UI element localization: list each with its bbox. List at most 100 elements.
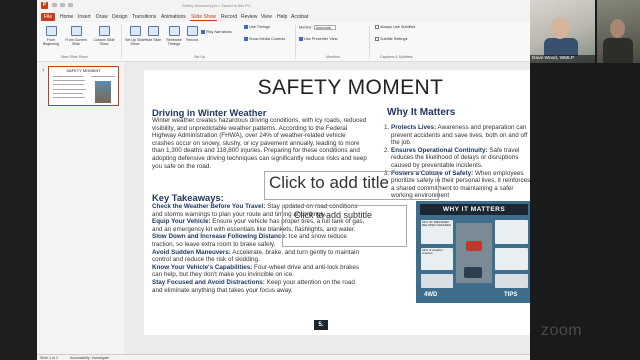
use-timings-checkbox[interactable]: Use Timings: [244, 25, 270, 30]
thumbnail-line: [91, 76, 115, 77]
monitor-dropdown[interactable]: Automatic: [313, 25, 336, 30]
poster-car: [464, 267, 482, 278]
ribbon-separator: [369, 25, 370, 59]
use-presenter-view-checkbox[interactable]: Use Presenter View: [299, 37, 337, 42]
powerpoint-app-icon: P: [41, 2, 48, 9]
ribbon: From Beginning From Current Slide Custom…: [37, 22, 530, 62]
undo-icon[interactable]: [68, 3, 73, 7]
ribbon-tabs: File Home Insert Draw Design Transitions…: [37, 11, 530, 22]
tab-insert[interactable]: Insert: [77, 13, 92, 21]
participant-name-tag: Dave Wood, WMLP: [530, 55, 595, 63]
title-bar: P Safety Moment.pptx • Saved to this PC: [37, 0, 530, 11]
thumbnail-image: [95, 81, 111, 103]
video-tile-speaker[interactable]: Dave Wood, WMLP: [530, 0, 595, 63]
subtitle-placeholder[interactable]: Click to add subtitle: [294, 210, 372, 220]
thumbnail-line: [53, 89, 86, 90]
checkbox-icon: [375, 25, 379, 29]
checkbox-icon: [244, 25, 248, 29]
group-start-slide-show: Start Slide Show: [61, 55, 88, 59]
thumbnail-line: [53, 76, 83, 77]
subtitle-settings-button[interactable]: Subtitle Settings: [375, 37, 407, 42]
accessibility-status[interactable]: Accessibility: Investigate: [70, 356, 109, 360]
poster-card: [495, 274, 528, 288]
poster-banner: WHY IT MATTERS: [420, 204, 528, 215]
document-title: Safety Moment.pptx • Saved to this PC: [182, 3, 251, 8]
from-beginning-button[interactable]: From Beginning: [39, 24, 63, 46]
thumbnail-line: [53, 84, 84, 85]
tab-record[interactable]: Record: [220, 13, 238, 21]
slide[interactable]: SAFETY MOMENT Driving in Winter Weather …: [144, 70, 557, 335]
video-panel: Dave Wood, WMLP: [530, 0, 640, 360]
thumbnail-title: SAFETY MOMENT: [66, 68, 101, 73]
slide-title[interactable]: SAFETY MOMENT: [144, 76, 557, 100]
tab-animations[interactable]: Animations: [160, 13, 187, 21]
checkbox-icon: [299, 37, 303, 41]
ribbon-separator: [295, 25, 296, 59]
participant-head: [551, 17, 569, 39]
participant-body: [544, 38, 578, 56]
poster-card: [495, 248, 528, 270]
slide-counter: Slide 1 of 1: [40, 355, 58, 360]
tab-help[interactable]: Help: [276, 13, 288, 21]
custom-show-icon: [98, 26, 110, 36]
checkbox-icon: [244, 37, 248, 41]
play-narrations-checkbox[interactable]: Play Narrations: [201, 30, 232, 35]
poster-badge: 4WD: [424, 292, 438, 298]
autosave-icon[interactable]: [52, 3, 57, 7]
save-icon[interactable]: [60, 3, 65, 7]
hide-slide-button[interactable]: Hide Slide: [143, 24, 163, 42]
monitor-select[interactable]: Monitor: Automatic: [299, 25, 336, 31]
why-heading: Why It Matters: [387, 107, 456, 118]
infographic-image[interactable]: WHY IT MATTERS 24% OF WEATHER-RELATED CR…: [416, 201, 532, 303]
stopwatch-icon: [168, 26, 180, 36]
video-tile-participant[interactable]: [597, 0, 640, 63]
list-item: Protects Lives: Awareness and preparatio…: [391, 124, 534, 147]
poster-card: 24% OF WEATHER-RELATED CRASHES: [421, 220, 453, 244]
play-from-start-icon: [45, 26, 57, 36]
tab-design[interactable]: Design: [111, 13, 129, 21]
thumbnail-line: [53, 80, 85, 81]
poster-card: [495, 220, 528, 244]
checkbox-icon: [201, 30, 205, 34]
poster-card: [421, 274, 453, 288]
tab-draw[interactable]: Draw: [95, 13, 109, 21]
custom-slide-show-button[interactable]: Custom Slide Show: [90, 24, 118, 46]
tab-acrobat[interactable]: Acrobat: [290, 13, 309, 21]
always-use-subtitles-checkbox[interactable]: Always Use Subtitles: [375, 25, 415, 30]
tab-home[interactable]: Home: [59, 13, 74, 21]
group-set-up: Set Up: [194, 55, 205, 59]
play-current-icon: [70, 26, 82, 36]
rehearse-timings-button[interactable]: Rehearse Timings: [163, 24, 185, 46]
group-monitors: Monitors: [326, 55, 340, 59]
poster-car: [466, 241, 482, 251]
list-item: Ensures Operational Continuity: Safe tra…: [391, 147, 534, 170]
setup-icon: [129, 26, 141, 36]
poster-card: 24% of weather crashes: [421, 248, 453, 270]
status-bar: Slide 1 of 1 Accessibility: Investigate: [37, 354, 530, 360]
record-icon: [186, 26, 198, 36]
slide-number-badge: 5.: [314, 320, 328, 330]
from-current-slide-button[interactable]: From Current Slide: [64, 24, 88, 46]
tab-review[interactable]: Review: [240, 13, 258, 21]
list-item: Stay Focused and Avoid Distractions: Kee…: [152, 278, 355, 294]
participant-body: [603, 38, 633, 63]
tab-transitions[interactable]: Transitions: [131, 13, 157, 21]
zoom-watermark: zoom: [541, 322, 583, 339]
show-media-controls-checkbox[interactable]: Show Media Controls: [244, 37, 285, 42]
list-item: Avoid Sudden Maneuvers: Accelerate, brak…: [152, 248, 359, 264]
participant-head: [610, 19, 625, 38]
tab-view[interactable]: View: [260, 13, 273, 21]
left-body-text: Winter weather creates hazardous driving…: [152, 117, 367, 170]
takeaways-heading: Key Takeaways:: [152, 192, 224, 203]
ribbon-separator: [121, 25, 122, 59]
title-placeholder[interactable]: Click to add title: [269, 173, 437, 193]
tab-slide-show[interactable]: Slide Show: [190, 13, 218, 21]
tab-file[interactable]: File: [41, 13, 56, 21]
slide-thumbnail[interactable]: SAFETY MOMENT: [48, 66, 119, 106]
poster-badge: TIPS: [504, 292, 518, 298]
record-button[interactable]: Record: [184, 24, 200, 42]
thumbnail-number: 1: [42, 67, 45, 72]
group-captions-subtitles: Captions & Subtitles: [380, 55, 413, 59]
subtitle-icon: [375, 37, 379, 41]
hide-slide-icon: [147, 26, 159, 36]
